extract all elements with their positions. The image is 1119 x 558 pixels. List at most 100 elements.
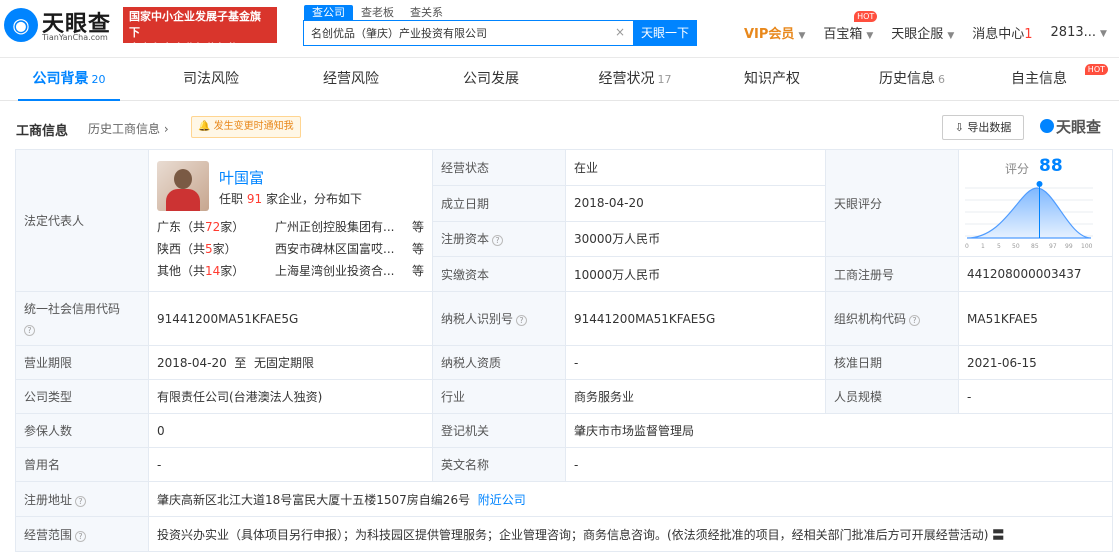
axis-tick: 97	[1049, 243, 1057, 250]
export-label: 导出数据	[967, 121, 1012, 134]
tab-label: 经营状况	[598, 71, 655, 87]
bell-curve	[966, 187, 1092, 239]
search-button[interactable]: 天眼一下	[633, 20, 697, 46]
term-label: 营业期限	[15, 345, 149, 380]
gov-badge[interactable]: 国家中小企业发展子基金旗下 官方备案企业征信机构	[123, 7, 277, 55]
founded-value: 2018-04-20	[565, 185, 826, 222]
region-company-link[interactable]: 广州正创控股集团有...	[275, 217, 407, 237]
hot-badge: HOT	[854, 10, 878, 22]
tab-company-background[interactable]: 公司背景 20	[18, 58, 120, 101]
table-row: 法定代表人 叶国富 任职 91 家企业，分布如下 广东（共72家） 广州正创控股…	[15, 148, 1113, 292]
taxpayer-label: 纳税人资质	[432, 345, 566, 380]
tab-label: 经营风险	[323, 71, 379, 87]
help-icon[interactable]: ?	[516, 315, 528, 326]
search-box: ×	[303, 20, 633, 46]
tab-intellectual-property[interactable]: 知识产权	[724, 58, 820, 101]
region-more-link[interactable]: 等	[412, 239, 424, 259]
search-type-tabs: 查公司 查老板 查关系	[304, 5, 451, 21]
history-business-info-link[interactable]: 历史工商信息 ›	[88, 120, 169, 137]
founded-label: 成立日期	[432, 185, 566, 222]
notify-on-change-button[interactable]: 🔔 发生变更时通知我	[191, 116, 301, 138]
english-name-label: 英文名称	[432, 447, 566, 482]
score-value: 88	[1039, 156, 1063, 176]
tab-label: 公司发展	[463, 71, 519, 87]
english-name-value: -	[565, 447, 1113, 482]
top-nav: VIP会员 ▼ 百宝箱 ▼ HOT 天眼企服 ▼ 消息中心1 2813... ▼	[744, 10, 1119, 42]
tab-count: 17	[657, 73, 672, 86]
message-center[interactable]: 消息中心1	[972, 23, 1032, 42]
tianyancha-watermark: 天眼查	[1040, 116, 1101, 137]
watermark-text: 天眼查	[1056, 118, 1102, 136]
region-more-link[interactable]: 等	[412, 261, 424, 281]
term-value: 2018-04-20 至 无固定期限	[148, 345, 433, 380]
score-label: 评分	[1005, 162, 1030, 176]
tab-label: 历史信息	[879, 71, 935, 87]
clear-icon[interactable]: ×	[615, 25, 625, 39]
table-row: 经营范围? 投资兴办实业（具体项目另行申报）；为科技园区提供管理服务；企业管理咨…	[15, 516, 1113, 552]
gov-badge-line2: 官方备案企业征信机构	[129, 42, 239, 55]
enterprise-service-label: 天眼企服	[891, 26, 944, 42]
tab-self-info[interactable]: 自主信息 HOT	[1004, 58, 1108, 101]
tab-company-development[interactable]: 公司发展	[443, 58, 539, 101]
vip-menu[interactable]: VIP会员 ▼	[744, 23, 805, 42]
reg-no-label: 工商注册号	[825, 256, 959, 292]
tab-operational-risk[interactable]: 经营风险	[303, 58, 399, 101]
axis-tick: 100	[1081, 243, 1093, 250]
tab-history-info[interactable]: 历史信息 6	[864, 58, 960, 101]
axis-tick: 85	[1031, 243, 1039, 250]
region-more-link[interactable]: 等	[412, 217, 424, 237]
tab-operating-status[interactable]: 经营状况 17	[583, 58, 687, 101]
expand-icon[interactable]: 〓	[992, 528, 1004, 542]
treasure-box-label: 百宝箱	[823, 26, 863, 42]
help-icon[interactable]: ?	[24, 324, 35, 336]
table-row: 注册地址? 肇庆高新区北江大道18号富民大厦十五楼1507房自编26号 附近公司	[15, 481, 1113, 517]
status-value: 在业	[565, 148, 826, 187]
approved-date-value: 2021-06-15	[958, 345, 1113, 380]
tab-label: 司法风险	[183, 71, 239, 87]
tianyan-score-cell[interactable]: 评分 88 0 1 5 50 85 97 99 100	[958, 149, 1113, 257]
region-row-other: 其他（共14家） 上海星湾创业投资合... 等	[157, 261, 427, 281]
help-icon[interactable]: ?	[75, 530, 87, 542]
export-data-button[interactable]: ⇩ 导出数据	[942, 115, 1024, 140]
avatar[interactable]	[157, 160, 209, 211]
tianyan-score-label: 天眼评分	[825, 149, 959, 257]
logo-eye-icon	[1040, 119, 1054, 133]
nearby-companies-link[interactable]: 附近公司	[478, 493, 526, 507]
user-menu[interactable]: 2813... ▼	[1051, 25, 1107, 40]
notify-label: 发生变更时通知我	[213, 121, 294, 132]
bell-icon: 🔔	[198, 121, 211, 132]
insured-value: 0	[148, 413, 433, 448]
search-tab-relation[interactable]: 查关系	[402, 5, 451, 21]
help-icon[interactable]: ?	[492, 235, 504, 247]
region-company-link[interactable]: 西安市碑林区国富哎...	[275, 239, 407, 259]
download-icon: ⇩	[954, 121, 964, 134]
search-tab-company[interactable]: 查公司	[304, 5, 353, 21]
legal-rep-name[interactable]: 叶国富	[219, 167, 264, 188]
search-input[interactable]	[304, 21, 604, 45]
help-icon[interactable]: ?	[909, 315, 921, 326]
industry-value: 商务服务业	[565, 379, 826, 414]
message-center-label: 消息中心	[972, 26, 1025, 42]
taxpayer-value: -	[565, 345, 826, 380]
search-tab-boss[interactable]: 查老板	[353, 5, 402, 21]
logo-subtext: TianYanCha.com	[42, 33, 108, 42]
region-company-link[interactable]: 上海星湾创业投资合...	[275, 261, 407, 281]
tab-judicial-risk[interactable]: 司法风险	[163, 58, 259, 101]
insured-label: 参保人数	[15, 413, 149, 448]
site-logo[interactable]: ◉ 天眼查 TianYanCha.com	[4, 6, 116, 46]
address-label-cell: 注册地址?	[15, 481, 149, 517]
axis-tick: 5	[997, 243, 1001, 250]
tax-id-label: 纳税人识别号	[441, 312, 514, 326]
help-icon[interactable]: ?	[75, 495, 87, 507]
address-cell: 肇庆高新区北江大道18号富民大厦十五楼1507房自编26号 附近公司	[148, 481, 1113, 517]
org-code-label: 组织机构代码	[834, 312, 907, 326]
treasure-box-menu[interactable]: 百宝箱 ▼ HOT	[823, 10, 878, 42]
table-row: 营业期限 2018-04-20 至 无固定期限 纳税人资质 - 核准日期 202…	[15, 345, 1113, 380]
scope-value: 投资兴办实业（具体项目另行申报）；为科技园区提供管理服务；企业管理咨询；商务信息…	[157, 527, 989, 542]
section-title: 工商信息	[16, 124, 69, 139]
axis-tick: 0	[965, 243, 969, 250]
org-code-label-cell: 组织机构代码?	[825, 291, 959, 346]
history-link-label: 历史工商信息	[88, 122, 161, 136]
enterprise-service-menu[interactable]: 天眼企服 ▼	[891, 23, 954, 42]
tab-label: 自主信息	[1011, 71, 1067, 87]
